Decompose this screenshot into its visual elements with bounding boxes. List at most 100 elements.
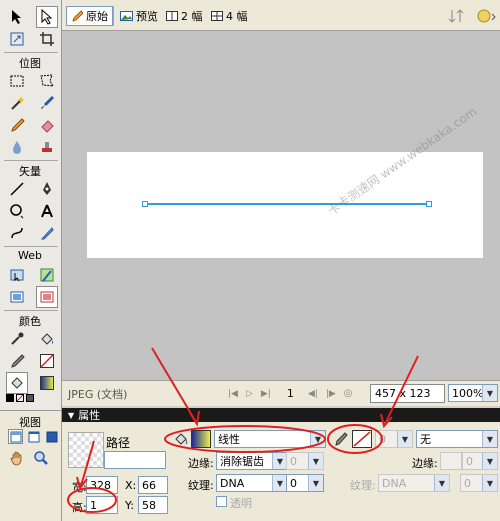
chevron-down-icon: ▼ bbox=[434, 475, 449, 491]
last-frame-icon[interactable]: ▶| bbox=[261, 389, 271, 399]
vector-section-label: 矢量 bbox=[19, 165, 41, 178]
preview-image-icon bbox=[120, 11, 133, 21]
width-input[interactable]: 328 bbox=[86, 476, 118, 494]
collapse-triangle-icon[interactable]: ▼ bbox=[68, 411, 74, 420]
colors-section-label: 颜色 bbox=[19, 315, 41, 328]
stroke-edge-input[interactable] bbox=[440, 452, 462, 470]
full-screen-mode[interactable] bbox=[44, 429, 59, 444]
edge-select[interactable]: 消除锯齿 ▼ bbox=[216, 452, 288, 470]
crop-tool[interactable] bbox=[36, 28, 58, 50]
texture-amount[interactable]: 0 ▼ bbox=[286, 474, 324, 492]
export-preview-button[interactable] bbox=[448, 8, 466, 24]
first-frame-icon[interactable]: |◀ bbox=[228, 389, 238, 399]
default-colors-icon[interactable] bbox=[6, 394, 14, 402]
prev-frame-icon[interactable]: ◀| bbox=[308, 389, 318, 399]
show-hotspots-button[interactable] bbox=[36, 286, 58, 308]
fill-type-select[interactable]: 线性 ▼ bbox=[214, 430, 326, 448]
no-color-icon[interactable] bbox=[16, 394, 24, 402]
document-canvas[interactable] bbox=[87, 152, 483, 258]
marquee-tool[interactable] bbox=[6, 70, 28, 92]
object-name-input[interactable] bbox=[104, 451, 166, 469]
gradient-swatch-icon bbox=[40, 376, 54, 390]
eyedropper-tool[interactable] bbox=[6, 328, 28, 350]
text-tool[interactable] bbox=[36, 200, 58, 222]
stroke-texture-select[interactable]: DNA ▼ bbox=[378, 474, 450, 492]
fill-color-box[interactable] bbox=[191, 430, 211, 448]
hide-hotspots-button[interactable] bbox=[6, 286, 28, 308]
document-status-bar: JPEG (文档) |◀ ▷ ▶| 1 ◀| |▶ ◎ 457 x 123 10… bbox=[62, 380, 500, 406]
no-stroke-swatch-icon bbox=[353, 431, 371, 447]
transparent-checkbox[interactable] bbox=[216, 496, 227, 507]
height-label: 高: bbox=[72, 501, 87, 514]
tools-panel: 位图 矢量 Web 颜色 bbox=[0, 0, 62, 410]
stop-icon[interactable]: ◎ bbox=[344, 388, 353, 399]
height-input[interactable]: 1 bbox=[86, 496, 118, 514]
canvas-workspace[interactable]: 卡卡测速网 www.webkaka.com bbox=[62, 31, 500, 380]
stroke-pencil-button[interactable] bbox=[334, 431, 348, 447]
fill-color-tool[interactable] bbox=[6, 372, 28, 394]
stroke-texture-value: DNA bbox=[382, 476, 407, 490]
pen-icon bbox=[43, 182, 51, 195]
fill-color-swatch[interactable] bbox=[36, 372, 58, 394]
magic-wand-tool[interactable] bbox=[6, 92, 28, 114]
edge-value: 消除锯齿 bbox=[220, 455, 264, 468]
knife-tool[interactable] bbox=[36, 222, 58, 244]
stroke-color-tool[interactable] bbox=[6, 350, 28, 372]
quick-export-button[interactable] bbox=[476, 7, 498, 25]
rubber-stamp-tool[interactable] bbox=[36, 136, 58, 158]
stroke-edge-amount[interactable]: 0 ▼ bbox=[462, 452, 498, 470]
swap-colors-icon[interactable] bbox=[26, 394, 34, 402]
tab-2up[interactable]: 2 幅 bbox=[162, 6, 207, 26]
slice-tool[interactable] bbox=[36, 264, 58, 286]
stroke-texture-label: 纹理: bbox=[350, 479, 376, 492]
scale-tool[interactable] bbox=[6, 28, 28, 50]
fill-type-value: 线性 bbox=[218, 433, 240, 446]
full-screen-menu-mode[interactable] bbox=[26, 429, 41, 444]
tab-original[interactable]: 原始 bbox=[66, 6, 113, 26]
subselection-tool[interactable] bbox=[36, 6, 58, 28]
y-input[interactable]: 58 bbox=[138, 496, 168, 514]
chevron-down-icon: ▼ bbox=[397, 431, 412, 447]
stroke-tip-size-value: 0 bbox=[379, 432, 386, 446]
chevron-down-icon: ▼ bbox=[272, 453, 287, 469]
zoom-select[interactable]: 100% ▼ bbox=[448, 384, 498, 402]
magic-wand-icon bbox=[11, 96, 25, 110]
ellipse-tool[interactable] bbox=[6, 200, 28, 222]
blur-tool[interactable] bbox=[6, 136, 28, 158]
tab-preview[interactable]: 预览 bbox=[116, 6, 162, 26]
pen-tool[interactable] bbox=[36, 178, 58, 200]
texture-select[interactable]: DNA ▼ bbox=[216, 474, 288, 492]
pencil-icon bbox=[72, 10, 83, 22]
play-icon[interactable]: ▷ bbox=[246, 389, 253, 399]
lasso-tool[interactable] bbox=[36, 70, 58, 92]
stroke-color-swatch[interactable] bbox=[36, 350, 58, 372]
canvas-size-value: 457 x 123 bbox=[375, 387, 431, 400]
x-input[interactable]: 66 bbox=[138, 476, 168, 494]
chevron-down-icon: ▼ bbox=[308, 453, 323, 469]
stroke-category-select[interactable]: 无 ▼ bbox=[416, 430, 498, 448]
freeform-tool[interactable] bbox=[6, 222, 28, 244]
texture-amount-value: 0 bbox=[290, 476, 297, 490]
chevron-down-icon: ▼ bbox=[482, 475, 497, 491]
line-tool[interactable] bbox=[6, 178, 28, 200]
edge-amount[interactable]: 0 ▼ bbox=[286, 452, 324, 470]
hotspot-tool[interactable] bbox=[6, 264, 28, 286]
fill-bucket-button[interactable] bbox=[174, 431, 188, 447]
paint-bucket-tool[interactable] bbox=[36, 328, 58, 350]
next-frame-icon[interactable]: |▶ bbox=[326, 389, 336, 399]
stroke-tip-size[interactable]: 0 ▼ bbox=[375, 430, 413, 448]
tab-preview-label: 预览 bbox=[136, 10, 158, 23]
brush-tool[interactable] bbox=[36, 92, 58, 114]
pencil-tool[interactable] bbox=[6, 114, 28, 136]
standard-screen-mode[interactable] bbox=[8, 429, 23, 444]
stroke-color-box[interactable] bbox=[352, 430, 372, 448]
tab-4up[interactable]: 4 幅 bbox=[207, 6, 252, 26]
hand-tool[interactable] bbox=[8, 449, 26, 467]
zoom-tool[interactable] bbox=[32, 449, 50, 467]
properties-header[interactable]: ▼ 属性 bbox=[62, 408, 500, 422]
stroke-texture-amount[interactable]: 0 ▼ bbox=[460, 474, 498, 492]
canvas-size-display: 457 x 123 bbox=[370, 384, 445, 403]
pointer-tool[interactable] bbox=[6, 6, 28, 28]
selected-path[interactable] bbox=[87, 152, 483, 258]
eraser-tool[interactable] bbox=[36, 114, 58, 136]
